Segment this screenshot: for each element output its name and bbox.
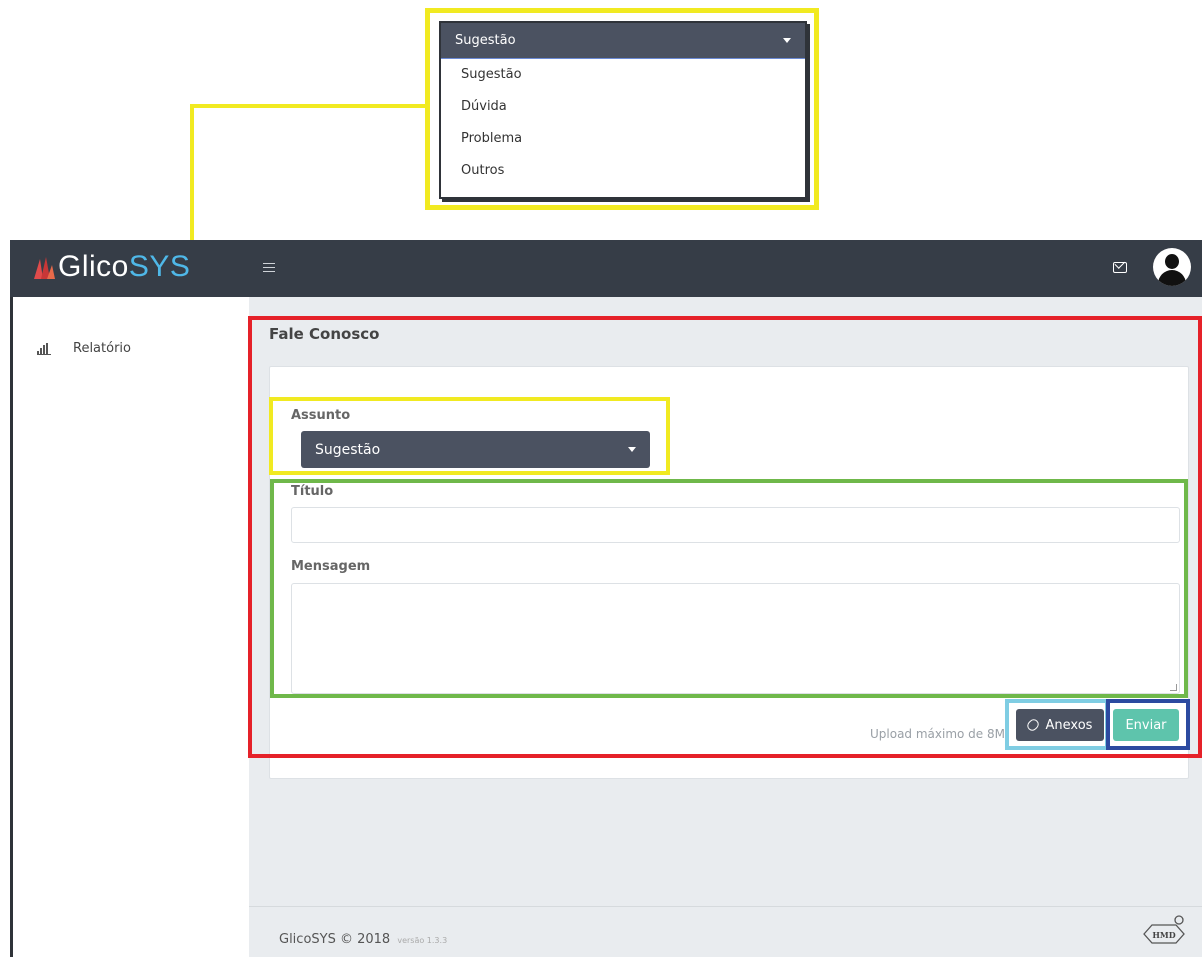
subject-dropdown-selected: Sugestão (455, 33, 516, 48)
footer: GlicoSYS © 2018 versão 1.3.3 HMD (249, 906, 1202, 957)
brand-name-accent: SYS (128, 250, 191, 283)
caret-down-icon (783, 38, 791, 43)
connector-line (190, 104, 427, 108)
subject-dropdown-header[interactable]: Sugestão (441, 23, 805, 59)
hmd-logo-icon: HMD (1142, 912, 1186, 946)
annotation-box-fields (270, 479, 1188, 698)
sidebar-item-label: Relatório (73, 341, 131, 356)
dropdown-callout: Sugestão Sugestão Dúvida Problema Outros (425, 8, 819, 210)
mail-icon[interactable] (1113, 262, 1127, 273)
footer-copyright: GlicoSYS © 2018 (279, 932, 391, 947)
top-navbar: GlicoSYS (10, 240, 1202, 297)
dropdown-option-duvida[interactable]: Dúvida (441, 91, 805, 123)
hmd-logo-text: HMD (1152, 930, 1175, 940)
bar-chart-icon (37, 342, 51, 355)
brand-logo[interactable]: GlicoSYS (32, 250, 190, 284)
brand-name: Glico (58, 250, 129, 283)
user-avatar-icon[interactable] (1153, 248, 1191, 286)
dropdown-option-sugestao[interactable]: Sugestão (441, 59, 805, 91)
dropdown-option-outros[interactable]: Outros (441, 155, 805, 187)
annotation-box-subject (269, 397, 670, 475)
annotation-box-send (1106, 699, 1190, 750)
dropdown-option-problema[interactable]: Problema (441, 123, 805, 155)
sidebar-item-relatorio[interactable]: Relatório (37, 341, 131, 356)
flame-logo-icon (32, 255, 56, 279)
footer-version: versão 1.3.3 (397, 936, 448, 945)
sidebar: Relatório (13, 297, 249, 957)
menu-toggle-icon[interactable] (263, 263, 275, 275)
annotation-box-attachments (1005, 699, 1109, 750)
subject-dropdown-panel: Sugestão Sugestão Dúvida Problema Outros (439, 21, 807, 199)
